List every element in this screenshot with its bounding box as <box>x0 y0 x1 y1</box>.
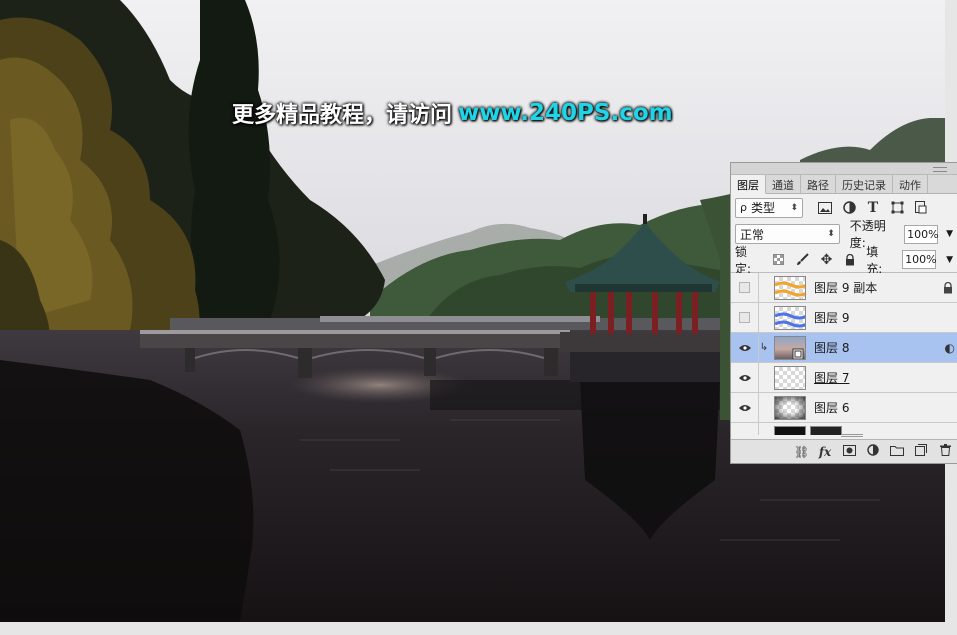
layer-row-selected[interactable]: ↳ 图层 8 ◐ <box>731 332 957 363</box>
tab-paths[interactable]: 路径 <box>801 175 836 193</box>
blend-mode-select[interactable]: 正常 ⬍ <box>735 224 840 244</box>
layer-thumbnail <box>774 395 806 420</box>
eye-icon <box>742 434 747 435</box>
layers-list: 图层 9 副本 图层 9 ↳ 图层 8 ◐ 图层 7 图层 6 <box>731 273 957 435</box>
eye-icon <box>738 344 751 351</box>
layer-name: 图层 6 <box>814 401 850 415</box>
adjustment-layer-filter-icon[interactable] <box>841 200 857 216</box>
chevron-down-icon[interactable]: ▼ <box>946 255 953 265</box>
smart-filter-icon: ◐ <box>944 341 955 355</box>
type-layer-filter-icon[interactable]: T <box>865 200 881 216</box>
lock-pixels-brush-icon[interactable] <box>795 252 811 268</box>
tab-layers[interactable]: 图层 <box>731 175 766 194</box>
shape-layer-filter-icon[interactable] <box>889 200 905 216</box>
hidden-box-icon <box>739 312 750 323</box>
smart-object-filter-icon[interactable] <box>913 200 929 216</box>
watermark-text: 更多精品教程，请访问 <box>232 103 453 128</box>
fill-label: 填充: <box>866 244 883 276</box>
lock-all-icon[interactable] <box>842 252 858 268</box>
add-mask-icon[interactable] <box>842 444 856 459</box>
visibility-toggle[interactable] <box>731 392 759 423</box>
watermark-url: www.240PS.com <box>458 100 673 126</box>
layers-bottom-toolbar: ⛓ fx <box>731 439 957 463</box>
layer-kind-filter[interactable]: ρ 类型 ⬍ <box>735 197 803 218</box>
visibility-toggle[interactable] <box>731 273 759 303</box>
trash-icon[interactable] <box>938 444 952 459</box>
layers-panel: 图层 通道 路径 历史记录 动作 ρ 类型 ⬍ T 正常 ⬍ 不透明度: 100… <box>730 162 957 464</box>
opacity-input[interactable]: 100% <box>904 224 939 244</box>
link-layers-icon[interactable]: ⛓ <box>794 445 809 459</box>
layer-thumbnail <box>774 335 806 360</box>
blend-opacity-row: 正常 ⬍ 不透明度: 100% ▼ <box>731 219 957 250</box>
lock-label: 锁定: <box>735 244 752 276</box>
chevron-down-icon[interactable]: ▼ <box>946 229 953 239</box>
layer-row[interactable]: 图层 6 <box>731 392 957 423</box>
lock-fill-row: 锁定: ✥ 填充: 100% ▼ <box>731 245 957 276</box>
visibility-toggle[interactable] <box>731 332 759 363</box>
layer-thumbnail <box>774 305 806 330</box>
canvas-horizontal-scrollbar[interactable] <box>0 622 945 635</box>
layer-row[interactable]: 图层 7 <box>731 362 957 393</box>
layer-row[interactable]: 图层 9 副本 <box>731 273 957 303</box>
layer-name: 图层 7 <box>814 371 850 385</box>
layer-name: 图层 9 副本 <box>814 281 878 295</box>
layer-thumbnail <box>774 425 806 435</box>
panel-tab-bar: 图层 通道 路径 历史记录 动作 <box>731 175 957 194</box>
layer-filter-row: ρ 类型 ⬍ T <box>731 194 957 221</box>
visibility-toggle[interactable] <box>731 422 759 435</box>
new-layer-icon[interactable] <box>914 444 928 459</box>
tab-channels[interactable]: 通道 <box>766 175 801 193</box>
layer-mask-thumbnail <box>810 425 842 435</box>
lock-transparency-icon[interactable] <box>771 252 787 268</box>
hidden-box-icon <box>739 282 750 293</box>
fill-input[interactable]: 100% <box>902 250 937 269</box>
adjustment-layer-icon[interactable] <box>866 444 880 459</box>
pixel-layer-filter-icon[interactable] <box>817 200 833 216</box>
eye-icon <box>738 404 751 411</box>
visibility-toggle[interactable] <box>731 302 759 333</box>
clipping-arrow-icon: ↳ <box>759 342 769 353</box>
blend-mode-value: 正常 <box>740 227 765 242</box>
layer-thumbnail <box>774 365 806 390</box>
fx-icon[interactable]: fx <box>818 445 832 459</box>
panel-resize-grip[interactable] <box>841 434 863 437</box>
layer-thumbnail <box>774 275 806 300</box>
tab-actions[interactable]: 动作 <box>893 175 928 193</box>
panel-drag-handle[interactable] <box>731 163 957 175</box>
eye-icon <box>738 374 751 381</box>
layer-row[interactable]: 图层 9 <box>731 302 957 333</box>
chevron-updown-icon: ⬍ <box>827 229 835 239</box>
layer-name: 图层 9 <box>814 311 850 325</box>
layer-name: 图层 8 <box>814 341 850 355</box>
folder-icon[interactable] <box>890 445 904 459</box>
lock-icon <box>944 282 952 294</box>
visibility-toggle[interactable] <box>731 362 759 393</box>
kind-filter-label: 类型 <box>750 201 775 215</box>
chevron-updown-icon: ⬍ <box>790 202 798 213</box>
tab-history[interactable]: 历史记录 <box>836 175 893 193</box>
lock-position-move-icon[interactable]: ✥ <box>819 252 835 268</box>
search-icon: ρ <box>740 201 747 214</box>
watermark: 更多精品教程，请访问 www.240PS.com <box>232 96 673 130</box>
